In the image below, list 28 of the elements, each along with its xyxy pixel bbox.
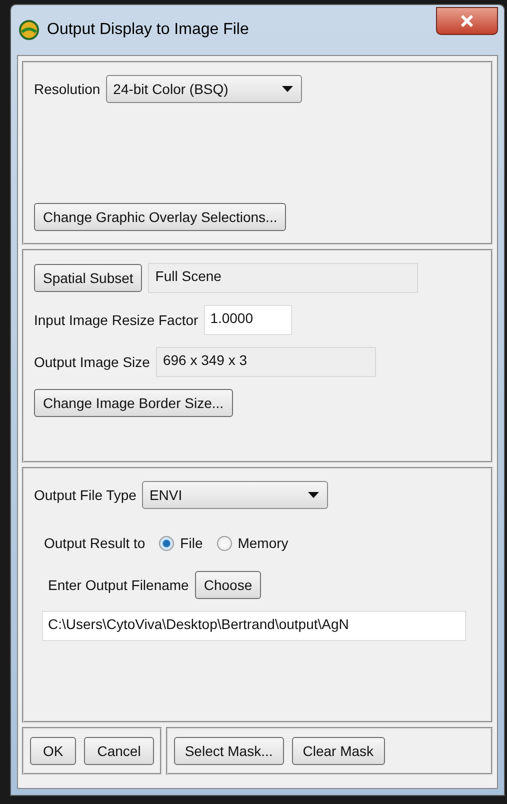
mask-button[interactable]: Select Mask... — [174, 737, 284, 765]
close-button[interactable] — [436, 7, 498, 35]
file-type-label: Output File Type — [34, 487, 136, 503]
radio-option[interactable]: Memory — [216, 535, 288, 551]
radio-option[interactable]: File — [159, 535, 203, 551]
output-result-label: Output Result to — [44, 535, 146, 551]
file-type-dropdown[interactable]: ENVI — [142, 481, 328, 509]
resize-factor-label: Input Image Resize Factor — [34, 312, 198, 328]
mask-button[interactable]: Clear Mask — [292, 737, 385, 765]
filename-label: Enter Output Filename — [48, 577, 189, 593]
app-icon — [19, 20, 39, 40]
window-title: Output Display to Image File — [47, 21, 250, 39]
resolution-label: Resolution — [34, 81, 100, 97]
dropdown-caret-icon — [282, 86, 294, 92]
spatial-subset-button[interactable]: Spatial Subset — [34, 264, 142, 292]
overlay-selections-button[interactable]: Change Graphic Overlay Selections... — [34, 203, 286, 231]
resize-factor-field[interactable]: 1.0000 — [204, 305, 292, 335]
choose-button[interactable]: Choose — [194, 571, 262, 599]
resolution-dropdown[interactable]: 24-bit Color (BSQ) — [106, 75, 302, 103]
border-size-button[interactable]: Change Image Border Size... — [34, 389, 233, 417]
output-size-field: 696 x 349 x 3 — [156, 347, 376, 377]
output-size-label: Output Image Size — [34, 354, 150, 370]
dropdown-caret-icon — [308, 492, 320, 498]
dialog-button[interactable]: Cancel — [84, 737, 154, 765]
dialog-button[interactable]: OK — [30, 737, 76, 765]
subset-field: Full Scene — [148, 263, 418, 293]
filename-field[interactable]: C:\Users\CytoViva\Desktop\Bertrand\output\AgN — [42, 611, 466, 641]
close-icon — [460, 15, 474, 27]
